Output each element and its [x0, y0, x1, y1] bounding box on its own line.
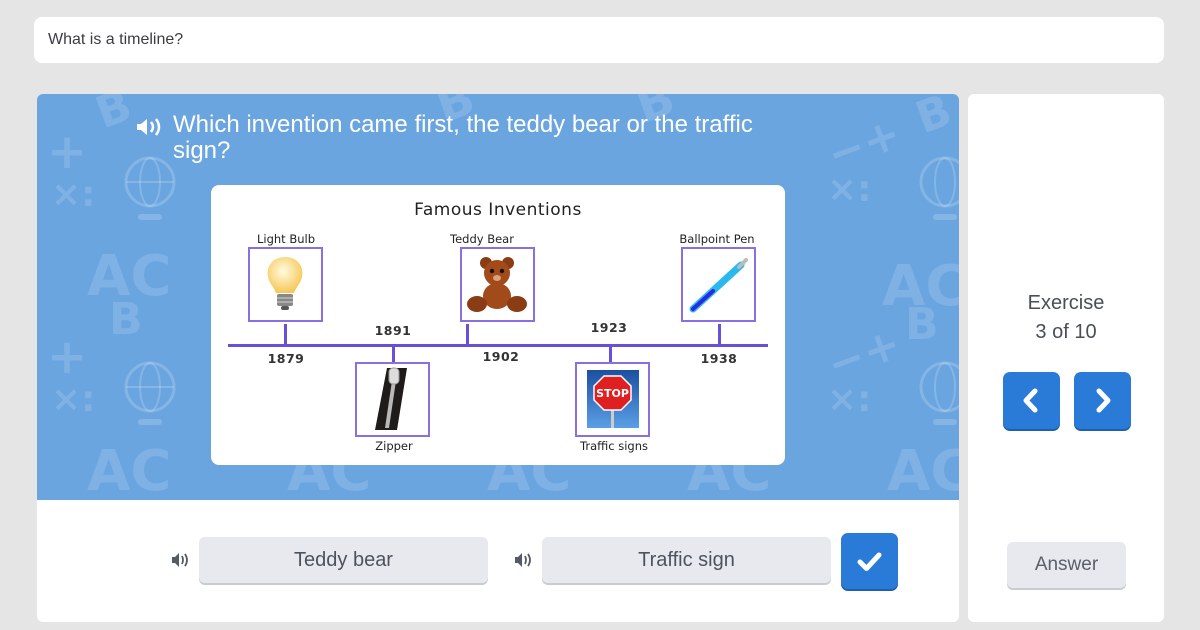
timeline-title: Famous Inventions — [414, 200, 582, 220]
lesson-title: What is a timeline? — [48, 31, 184, 48]
timeline-card: Famous Inventions Light Bulb 1879 1891 Z… — [211, 185, 785, 465]
zipper-image — [375, 367, 407, 430]
speaker-icon[interactable] — [135, 117, 169, 137]
light-bulb-image — [267, 257, 303, 310]
timeline-tick — [284, 324, 287, 345]
sidebar: Exercise 3 of 10 Answer — [968, 94, 1164, 622]
top-bar: What is a timeline? — [34, 17, 1164, 63]
chevron-left-icon — [1023, 388, 1038, 413]
choice-traffic-sign-button[interactable]: Traffic sign — [542, 537, 831, 583]
item-image-frame — [460, 247, 535, 322]
item-image-frame — [681, 247, 756, 322]
speaker-icon[interactable] — [514, 552, 534, 568]
exercise-counter: Exercise 3 of 10 — [968, 289, 1164, 347]
item-year: 1891 — [374, 323, 412, 338]
choice-teddy-bear-button[interactable]: Teddy bear — [199, 537, 488, 583]
chevron-right-icon — [1096, 388, 1111, 413]
stop-sign-text: STOP — [596, 387, 629, 400]
timeline-tick — [609, 346, 612, 363]
question-text: Which invention came first, the teddy be… — [173, 111, 753, 164]
item-label: Zipper — [375, 439, 413, 453]
answer-button[interactable]: Answer — [1007, 542, 1126, 588]
check-answer-button[interactable] — [841, 533, 898, 589]
timeline-axis — [228, 344, 768, 347]
globe-icon — [124, 156, 176, 220]
speaker-icon[interactable] — [171, 552, 191, 568]
question-stage: B + ×: AC B + ×: AC AC AC AC AC B B B −+… — [37, 94, 959, 500]
globe-icon — [124, 361, 176, 425]
timeline-tick — [718, 324, 721, 345]
next-exercise-button[interactable] — [1074, 372, 1131, 429]
check-icon — [857, 552, 882, 571]
item-label: Traffic signs — [580, 439, 648, 453]
timeline-tick — [392, 346, 395, 363]
teddy-bear-image — [467, 257, 527, 312]
stop-sign-image: STOP — [587, 370, 639, 428]
globe-icon — [919, 156, 959, 220]
item-year: 1923 — [590, 320, 628, 335]
item-image-frame — [248, 247, 323, 322]
item-label: Light Bulb — [256, 232, 316, 246]
ballpoint-pen-image — [689, 258, 748, 313]
previous-exercise-button[interactable] — [1003, 372, 1060, 429]
item-label: Teddy Bear — [450, 232, 514, 246]
item-year: 1902 — [482, 349, 520, 364]
item-image-frame — [355, 362, 430, 437]
item-label: Ballpoint Pen — [679, 232, 755, 246]
timeline-tick — [466, 324, 469, 345]
item-image-frame: STOP — [575, 362, 650, 437]
exercise-progress: 3 of 10 — [1035, 321, 1097, 343]
globe-icon — [919, 361, 959, 425]
exercise-label: Exercise — [1027, 292, 1105, 314]
item-year: 1938 — [700, 351, 738, 366]
exercise-panel: B + ×: AC B + ×: AC AC AC AC AC B B B −+… — [37, 94, 959, 622]
item-year: 1879 — [267, 351, 305, 366]
